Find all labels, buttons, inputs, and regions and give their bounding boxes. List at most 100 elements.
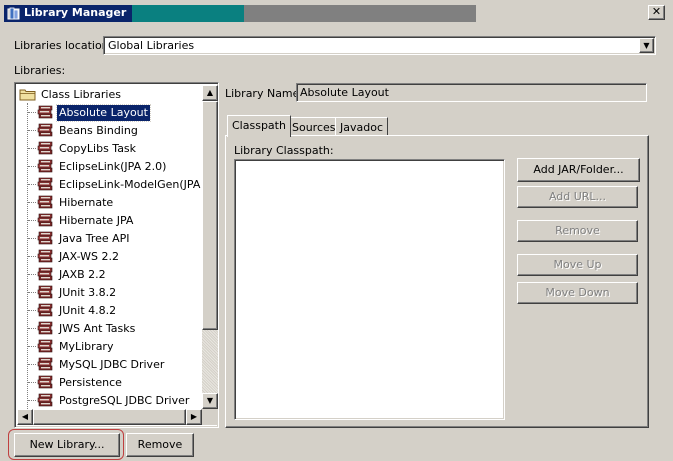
scroll-up-button[interactable]: ▲: [202, 85, 218, 101]
library-item[interactable]: Hibernate JPA: [17, 212, 202, 230]
tab-classpath[interactable]: Classpath: [227, 115, 291, 137]
tab-sources[interactable]: Sources: [287, 117, 341, 136]
close-button[interactable]: ✕: [648, 5, 665, 20]
library-item-label: MySQL JDBC Driver: [59, 358, 165, 371]
book-stack-icon: [37, 249, 53, 263]
move-up-button[interactable]: Move Up: [517, 254, 638, 276]
libraries-location-select[interactable]: Global Libraries ▼: [103, 36, 656, 55]
book-stack-icon: [37, 321, 53, 335]
book-stack-icon: [37, 213, 53, 227]
library-item[interactable]: CopyLibs Task: [17, 140, 202, 158]
library-item[interactable]: Hibernate: [17, 194, 202, 212]
scroll-thumb[interactable]: [202, 101, 218, 330]
scrollbar-corner: [202, 409, 218, 425]
tree-root-class-libraries[interactable]: Class Libraries: [17, 86, 202, 104]
book-stack-icon: [37, 159, 53, 173]
library-item[interactable]: JUnit 3.8.2: [17, 284, 202, 302]
scroll-thumb-horizontal[interactable]: [33, 409, 186, 425]
library-item-label: JUnit 3.8.2: [59, 286, 117, 299]
library-name-field[interactable]: Absolute Layout: [296, 83, 647, 102]
library-classpath-list[interactable]: [234, 159, 505, 420]
new-library-button[interactable]: New Library...: [14, 433, 120, 457]
book-stack-icon: [37, 177, 53, 191]
library-item[interactable]: PostgreSQL JDBC Driver: [17, 392, 202, 409]
tree-branch-line: [28, 202, 36, 203]
book-stack-icon: [37, 285, 53, 299]
library-item[interactable]: Beans Binding: [17, 122, 202, 140]
library-name-value: Absolute Layout: [300, 86, 389, 99]
tree-branch-line: [28, 130, 36, 131]
tree-branch-line: [28, 364, 36, 365]
library-item[interactable]: MySQL JDBC Driver: [17, 356, 202, 374]
tree-branch-line: [28, 274, 36, 275]
library-item-label: JUnit 4.8.2: [59, 304, 117, 317]
scroll-left-button[interactable]: ◀: [17, 409, 33, 425]
tree-branch-line: [28, 292, 36, 293]
move-down-button[interactable]: Move Down: [517, 282, 638, 304]
library-item[interactable]: Absolute Layout: [17, 104, 202, 122]
library-item[interactable]: JAX-WS 2.2: [17, 248, 202, 266]
book-stack-icon: [37, 231, 53, 245]
remove-classpath-button[interactable]: Remove: [517, 220, 638, 242]
window-title: Library Manager: [24, 6, 127, 19]
book-stack-icon: [37, 195, 53, 209]
tab-javadoc-label: Javadoc: [340, 121, 383, 134]
classpath-panel: Library Classpath: Add JAR/Folder... Add…: [225, 135, 649, 428]
library-manager-icon: [7, 7, 20, 20]
tree-branch-line: [28, 148, 36, 149]
library-item[interactable]: JAXB 2.2: [17, 266, 202, 284]
close-icon: ✕: [651, 5, 662, 18]
book-stack-icon: [37, 393, 53, 407]
library-item[interactable]: Persistence: [17, 374, 202, 392]
tree-vertical-scrollbar[interactable]: ▲ ▼: [202, 85, 218, 409]
library-item-label: JAXB 2.2: [59, 268, 106, 281]
library-item-label: JWS Ant Tasks: [59, 322, 136, 335]
library-item-label: Absolute Layout: [56, 104, 151, 122]
library-item[interactable]: EclipseLink(JPA 2.0): [17, 158, 202, 176]
tree-branch-line: [28, 112, 36, 113]
add-jar-folder-button[interactable]: Add JAR/Folder...: [517, 158, 640, 182]
remove-library-button[interactable]: Remove: [126, 433, 194, 457]
folder-icon: [19, 89, 36, 101]
libraries-tree-viewport: Class Libraries Absolute Layout Beans Bin…: [17, 85, 202, 409]
library-item-label: MyLibrary: [59, 340, 114, 353]
tree-branch-line: [28, 382, 36, 383]
library-item-label: Beans Binding: [59, 124, 138, 137]
book-stack-icon: [37, 141, 53, 155]
tab-sources-label: Sources: [292, 121, 336, 134]
tree-branch-line: [28, 256, 36, 257]
book-stack-icon: [37, 105, 53, 119]
library-item-label: PostgreSQL JDBC Driver: [59, 394, 190, 407]
library-name-label: Library Name:: [225, 87, 304, 100]
tree-branch-line: [28, 166, 36, 167]
tree-branch-line: [28, 346, 36, 347]
tab-classpath-label: Classpath: [232, 119, 286, 132]
tree-horizontal-scrollbar[interactable]: ◀ ▶: [17, 409, 202, 425]
library-item[interactable]: Java Tree API: [17, 230, 202, 248]
library-item-label: EclipseLink(JPA 2.0): [59, 160, 167, 173]
tree-branch-line: [28, 400, 36, 401]
chevron-down-icon[interactable]: ▼: [639, 38, 654, 53]
library-item[interactable]: EclipseLink-ModelGen(JPA 2.0: [17, 176, 202, 194]
library-item-label: EclipseLink-ModelGen(JPA 2.0: [59, 178, 202, 191]
library-item[interactable]: JWS Ant Tasks: [17, 320, 202, 338]
scroll-right-button[interactable]: ▶: [186, 409, 202, 425]
library-item-label: Persistence: [59, 376, 122, 389]
book-stack-icon: [37, 339, 53, 353]
scroll-down-button[interactable]: ▼: [202, 393, 218, 409]
library-item[interactable]: MyLibrary: [17, 338, 202, 356]
libraries-tree[interactable]: Class Libraries Absolute Layout Beans Bin…: [14, 82, 219, 428]
tree-root-label: Class Libraries: [41, 88, 121, 101]
library-item-label: Java Tree API: [59, 232, 130, 245]
book-stack-icon: [37, 357, 53, 371]
book-stack-icon: [37, 303, 53, 317]
tree-branch-line: [28, 220, 36, 221]
library-item[interactable]: JUnit 4.8.2: [17, 302, 202, 320]
libraries-location-value: Global Libraries: [108, 39, 195, 52]
title-bar[interactable]: Library Manager ✕: [0, 0, 673, 27]
book-stack-icon: [37, 375, 53, 389]
add-url-button[interactable]: Add URL...: [517, 186, 638, 208]
tab-javadoc[interactable]: Javadoc: [335, 117, 388, 136]
tree-branch-line: [28, 328, 36, 329]
library-item-label: Hibernate: [59, 196, 114, 209]
